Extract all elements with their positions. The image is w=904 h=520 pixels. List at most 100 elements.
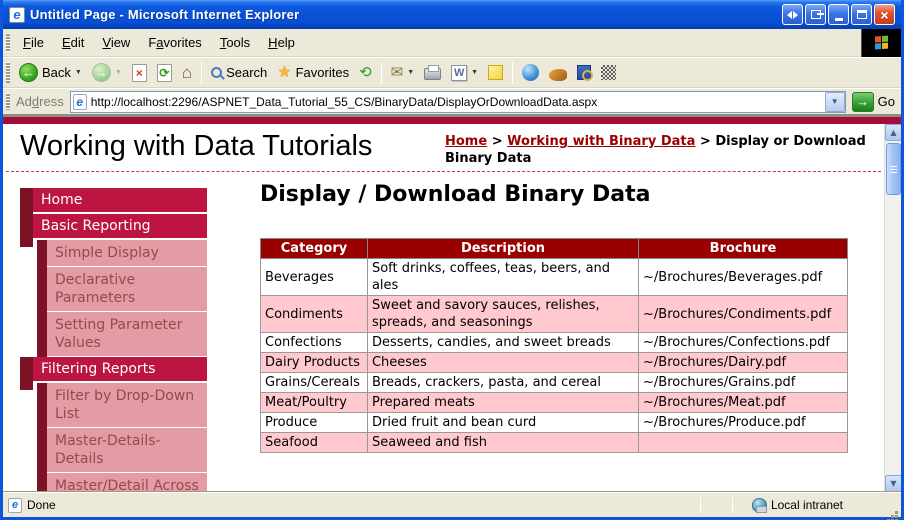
go-button[interactable]: → (852, 92, 874, 112)
sidebar-item-master-details-details[interactable]: Master-Details-Details (37, 428, 207, 472)
toolbar-gripper[interactable] (6, 62, 10, 82)
address-input[interactable]: e http://localhost:2296/ASPNET_Data_Tuto… (70, 91, 846, 113)
menu-help[interactable]: Help (259, 31, 304, 54)
brochure-cell: ~/Brochures/Dairy.pdf (639, 353, 848, 373)
sidebar-item-label: Master/Detail Across Two Pages (47, 473, 207, 492)
mail-button[interactable]: ✉ ▼ (386, 64, 420, 82)
right-arrow-icon (793, 11, 798, 19)
brochure-cell: ~/Brochures/Meat.pdf (639, 393, 848, 413)
print-button[interactable] (419, 63, 446, 82)
search-button[interactable]: Search (206, 63, 272, 82)
pixel-grid-icon (601, 65, 616, 80)
table-header-category: Category (261, 239, 368, 259)
address-bar: Address e http://localhost:2296/ASPNET_D… (3, 88, 901, 114)
brochure-cell: ~/Brochures/Produce.pdf (639, 413, 848, 433)
addon-sphere-button[interactable] (517, 62, 544, 83)
scroll-down-button[interactable]: ▼ (885, 475, 901, 492)
table-row: SeafoodSeaweed and fish (261, 433, 848, 453)
menu-file[interactable]: File (14, 31, 53, 54)
minimize-button[interactable] (828, 4, 849, 25)
description-cell: Desserts, candies, and sweet breads (367, 333, 638, 353)
sidebar-item-simple-display[interactable]: Simple Display (37, 240, 207, 266)
sticky-note-icon (488, 65, 503, 80)
favorites-star-icon: ★ (277, 65, 291, 81)
history-button[interactable]: ⟲ (354, 63, 377, 83)
sidebar-item-declarative-parameters[interactable]: Declarative Parameters (37, 267, 207, 311)
brochure-cell: ~/Brochures/Confections.pdf (639, 333, 848, 353)
addon-button[interactable] (544, 63, 572, 83)
category-cell: Condiments (261, 296, 368, 333)
sidebar-item-master-detail-across-two-pages[interactable]: Master/Detail Across Two Pages (37, 473, 207, 492)
pan-arrows-button[interactable] (782, 4, 803, 25)
resize-grip[interactable] (895, 511, 898, 514)
stop-button[interactable]: × (127, 62, 152, 84)
breadcrumb: Home > Working with Binary Data > Displa… (445, 133, 875, 167)
sidebar-item-filtering-reports[interactable]: Filtering Reports (20, 357, 207, 381)
breadcrumb-home-link[interactable]: Home (445, 134, 487, 149)
menubar-gripper[interactable] (6, 33, 10, 52)
address-label: Address (16, 94, 64, 109)
left-arrow-icon (787, 11, 792, 19)
mail-dropdown-icon[interactable]: ▼ (407, 69, 414, 76)
back-dropdown-icon[interactable]: ▼ (75, 69, 82, 76)
search-icon (211, 67, 222, 78)
edit-word-button[interactable]: W ▼ (446, 63, 483, 83)
sidebar-item-label: Master-Details-Details (47, 428, 207, 472)
status-divider (732, 497, 733, 513)
menu-view[interactable]: View (93, 31, 139, 54)
menu-favorites[interactable]: Favorites (139, 31, 210, 54)
titlebar[interactable]: e Untitled Page - Microsoft Internet Exp… (3, 0, 901, 29)
local-intranet-icon (752, 498, 767, 512)
messenger-button[interactable] (596, 63, 621, 82)
close-button[interactable]: × (874, 4, 895, 25)
security-zone-text: Local intranet (771, 498, 843, 512)
breadcrumb-section-link[interactable]: Working with Binary Data (507, 134, 695, 149)
notes-button[interactable] (483, 63, 508, 82)
menu-tools[interactable]: Tools (211, 31, 259, 54)
word-dropdown-icon[interactable]: ▼ (471, 69, 478, 76)
refresh-button[interactable]: ⟳ (152, 62, 177, 84)
vertical-scrollbar[interactable]: ▲ ▼ (884, 124, 901, 492)
table-header-brochure: Brochure (639, 239, 848, 259)
brochure-cell (639, 433, 848, 453)
category-cell: Seafood (261, 433, 368, 453)
sidebar-item-filter-by-drop-down-list[interactable]: Filter by Drop-Down List (37, 383, 207, 427)
search-label: Search (226, 65, 267, 80)
status-text: Done (27, 498, 56, 512)
table-row: Meat/PoultryPrepared meats~/Brochures/Me… (261, 393, 848, 413)
status-bar: e Done Local intranet (3, 492, 901, 517)
sidebar-item-home[interactable]: Home (20, 188, 207, 212)
sidebar-item-label: Basic Reporting (33, 214, 207, 238)
home-button[interactable]: ⌂ (177, 62, 197, 84)
brochure-cell: ~/Brochures/Grains.pdf (639, 373, 848, 393)
research-button[interactable] (572, 63, 596, 82)
popout-button[interactable] (805, 4, 826, 25)
description-cell: Dried fruit and bean curd (367, 413, 638, 433)
forward-icon: → (92, 63, 111, 82)
sidebar-accent-strip (20, 357, 33, 390)
book-magnifier-icon (577, 65, 591, 80)
address-dropdown-button[interactable]: ▼ (825, 92, 845, 112)
favorites-button[interactable]: ★ Favorites (272, 63, 354, 83)
menu-edit[interactable]: Edit (53, 31, 93, 54)
favorites-label: Favorites (296, 65, 349, 80)
toolbar-separator (201, 62, 202, 84)
scroll-up-button[interactable]: ▲ (885, 124, 901, 141)
throbber (861, 29, 901, 57)
scrollbar-thumb[interactable] (886, 143, 901, 195)
history-icon: ⟲ (359, 65, 372, 81)
window-title: Untitled Page - Microsoft Internet Explo… (30, 7, 782, 22)
page-viewport: Working with Data Tutorials Home > Worki… (3, 124, 901, 492)
addressbar-gripper[interactable] (6, 93, 10, 111)
maximize-button[interactable] (851, 4, 872, 25)
sidebar-item-setting-parameter-values[interactable]: Setting Parameter Values (37, 312, 207, 356)
sidebar-accent-strip (37, 312, 47, 357)
breadcrumb-separator: > (700, 134, 711, 149)
forward-dropdown-icon: ▼ (115, 69, 122, 76)
table-row: ProduceDried fruit and bean curd~/Brochu… (261, 413, 848, 433)
forward-button[interactable]: → ▼ (87, 61, 127, 84)
back-button[interactable]: ← Back ▼ (14, 61, 87, 84)
sidebar-accent-strip (37, 383, 47, 428)
sidebar-item-basic-reporting[interactable]: Basic Reporting (20, 214, 207, 238)
description-cell: Prepared meats (367, 393, 638, 413)
